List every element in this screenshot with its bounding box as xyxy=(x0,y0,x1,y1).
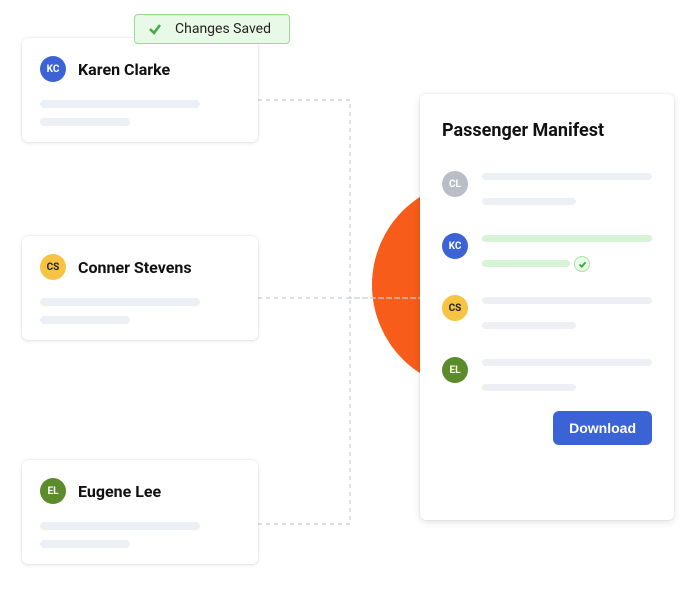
manifest-row: EL xyxy=(442,357,652,391)
avatar: EL xyxy=(442,357,468,383)
placeholder-line xyxy=(482,235,652,242)
avatar: KC xyxy=(40,56,66,82)
manifest-panel: Passenger Manifest CL KC CS xyxy=(420,94,674,520)
avatar: CS xyxy=(40,254,66,280)
manifest-title: Passenger Manifest xyxy=(442,120,652,141)
passenger-card[interactable]: EL Eugene Lee xyxy=(22,460,258,564)
manifest-row: CL xyxy=(442,171,652,205)
placeholder-line xyxy=(482,297,652,304)
download-button[interactable]: Download xyxy=(553,411,652,445)
placeholder-line xyxy=(40,118,130,126)
check-icon xyxy=(574,256,590,272)
placeholder-line xyxy=(482,260,570,267)
avatar: CS xyxy=(442,295,468,321)
placeholder-line xyxy=(482,322,576,329)
avatar: CL xyxy=(442,171,468,197)
toast-message: Changes Saved xyxy=(175,21,271,37)
avatar: KC xyxy=(442,233,468,259)
passenger-name: Eugene Lee xyxy=(78,482,161,501)
placeholder-line xyxy=(482,359,652,366)
check-icon xyxy=(147,21,163,37)
passenger-name: Conner Stevens xyxy=(78,258,192,277)
passenger-card[interactable]: CS Conner Stevens xyxy=(22,236,258,340)
placeholder-line xyxy=(40,100,200,108)
placeholder-line xyxy=(40,298,200,306)
placeholder-line xyxy=(482,384,576,391)
passenger-card[interactable]: KC Karen Clarke xyxy=(22,38,258,142)
toast-changes-saved: Changes Saved xyxy=(134,14,290,44)
placeholder-line xyxy=(40,522,200,530)
passenger-name: Karen Clarke xyxy=(78,60,170,79)
manifest-row: CS xyxy=(442,295,652,329)
avatar: EL xyxy=(40,478,66,504)
placeholder-line xyxy=(482,198,576,205)
placeholder-line xyxy=(40,316,130,324)
manifest-row: KC xyxy=(442,233,652,267)
placeholder-line xyxy=(40,540,130,548)
placeholder-line xyxy=(482,173,652,180)
